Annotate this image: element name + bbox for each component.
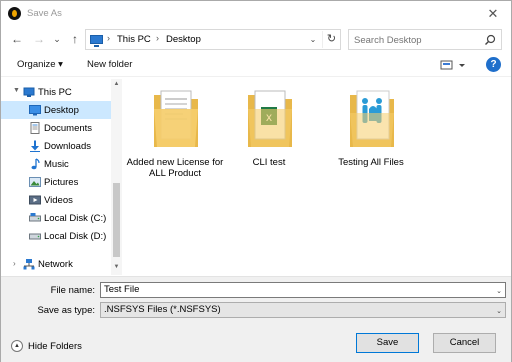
change-view-icon[interactable]: [439, 58, 467, 72]
file-name-field[interactable]: Test File ⌄: [100, 282, 506, 298]
organize-button[interactable]: Organize ▾: [17, 59, 63, 70]
sidebar-item-music[interactable]: Music: [1, 155, 111, 173]
refresh-button[interactable]: ↻: [322, 31, 340, 48]
scroll-up-arrow-icon[interactable]: ▲: [112, 81, 121, 90]
navigation-pane: ▼ This PC Desktop Documents Downloads Mu…: [1, 79, 123, 275]
sidebar-item-desktop[interactable]: Desktop: [1, 101, 111, 119]
save-type-field-label: Save as type:: [37, 305, 95, 316]
title-bar: Save As ✕: [1, 1, 511, 27]
sidebar-item-local-disk-c[interactable]: Local Disk (C:): [1, 209, 111, 227]
address-dropdown-button[interactable]: ⌄: [306, 33, 320, 47]
file-name-value: Test File: [104, 284, 140, 295]
sidebar-item-label: Local Disk (C:): [44, 213, 107, 224]
documents-icon: [30, 122, 40, 134]
sidebar-item-videos[interactable]: Videos: [1, 191, 111, 209]
pc-icon: [23, 87, 35, 97]
save-type-value: .NSFSYS Files (*.NSFSYS): [104, 304, 221, 315]
sidebar-item-label: Downloads: [44, 141, 91, 152]
videos-icon: [29, 195, 41, 205]
chevron-up-icon: ▲: [11, 340, 23, 352]
pc-icon: [90, 35, 103, 47]
save-type-select[interactable]: .NSFSYS Files (*.NSFSYS) ⌄: [100, 302, 506, 318]
pictures-icon: [29, 177, 41, 187]
search-input[interactable]: [354, 33, 479, 47]
sidebar-item-label: Local Disk (D:): [44, 231, 107, 242]
recent-locations-button[interactable]: ⌄: [49, 31, 65, 47]
sidebar-item-this-pc[interactable]: ▼ This PC: [1, 83, 111, 101]
file-item-testing-all-files[interactable]: Testing All Files: [321, 87, 421, 207]
desktop-icon: [29, 105, 41, 116]
disk-icon: [29, 233, 41, 240]
breadcrumb-separator: ›: [156, 33, 159, 43]
sidebar-item-network[interactable]: › Network: [1, 255, 111, 273]
cancel-button[interactable]: Cancel: [433, 333, 496, 353]
folder-document-icon: [154, 90, 198, 147]
sidebar-item-label: Music: [44, 159, 69, 170]
command-bar: Organize ▾ New folder ?: [1, 53, 511, 77]
scrollbar-thumb[interactable]: [113, 183, 120, 257]
music-icon: [31, 158, 40, 170]
back-button[interactable]: ←: [9, 31, 25, 47]
forward-button[interactable]: →: [31, 31, 47, 47]
file-item-cli-test[interactable]: x CLI test: [219, 87, 319, 207]
address-bar[interactable]: › This PC › Desktop ⌄ ↻: [85, 29, 341, 50]
save-as-dialog: Save As ✕ ← → ⌄ ↑ › This PC › Desktop ⌄ …: [0, 0, 512, 362]
expand-chevron-icon[interactable]: ›: [13, 259, 16, 268]
file-name-label: CLI test: [252, 157, 286, 168]
file-name-label: Added new License for ALL Product: [126, 157, 224, 179]
sidebar-item-documents[interactable]: Documents: [1, 119, 111, 137]
up-button[interactable]: ↑: [67, 31, 83, 47]
sidebar-item-label: This PC: [38, 87, 72, 98]
save-options-panel: File name: Test File ⌄ Save as type: .NS…: [1, 276, 511, 362]
file-item-added-new-license[interactable]: Added new License for ALL Product: [125, 87, 225, 207]
new-folder-button[interactable]: New folder: [87, 59, 132, 70]
sidebar-item-local-disk-d[interactable]: Local Disk (D:): [1, 227, 111, 245]
breadcrumb-this-pc[interactable]: This PC: [117, 34, 151, 45]
network-icon: [23, 259, 35, 270]
sidebar-item-label: Network: [38, 259, 73, 270]
sidebar-item-label: Desktop: [44, 105, 79, 116]
app-logo-icon: [8, 7, 21, 20]
file-list-view: Added new License for ALL Product x CLI …: [125, 79, 509, 275]
hide-folders-label: Hide Folders: [28, 341, 82, 352]
collapse-chevron-icon[interactable]: ▼: [13, 87, 20, 94]
close-button[interactable]: ✕: [483, 4, 503, 24]
file-name-field-label: File name:: [50, 285, 95, 296]
window-title: Save As: [27, 8, 62, 19]
save-button[interactable]: Save: [356, 333, 419, 353]
sidebar-scrollbar[interactable]: ▲ ▼: [111, 79, 122, 275]
sidebar-item-pictures[interactable]: Pictures: [1, 173, 111, 191]
breadcrumb-separator: ›: [107, 33, 110, 43]
sidebar-item-label: Pictures: [44, 177, 79, 188]
file-name-dropdown-icon[interactable]: ⌄: [496, 285, 502, 299]
search-icon[interactable]: [484, 34, 496, 46]
sidebar-item-downloads[interactable]: Downloads: [1, 137, 111, 155]
chevron-down-icon: ⌄: [496, 308, 502, 315]
disk-icon: [29, 213, 41, 222]
navigation-bar: ← → ⌄ ↑ › This PC › Desktop ⌄ ↻: [1, 28, 511, 52]
folder-spreadsheet-icon: x: [248, 90, 292, 147]
file-name-label: Testing All Files: [338, 157, 404, 168]
sidebar-item-label: Documents: [44, 123, 93, 134]
breadcrumb-desktop[interactable]: Desktop: [166, 34, 201, 45]
scroll-down-arrow-icon[interactable]: ▼: [112, 264, 121, 273]
folder-image-icon: [350, 90, 394, 147]
search-box: [348, 29, 502, 50]
help-icon[interactable]: ?: [486, 57, 501, 72]
downloads-icon: [30, 140, 40, 152]
sidebar-item-label: Videos: [44, 195, 73, 206]
